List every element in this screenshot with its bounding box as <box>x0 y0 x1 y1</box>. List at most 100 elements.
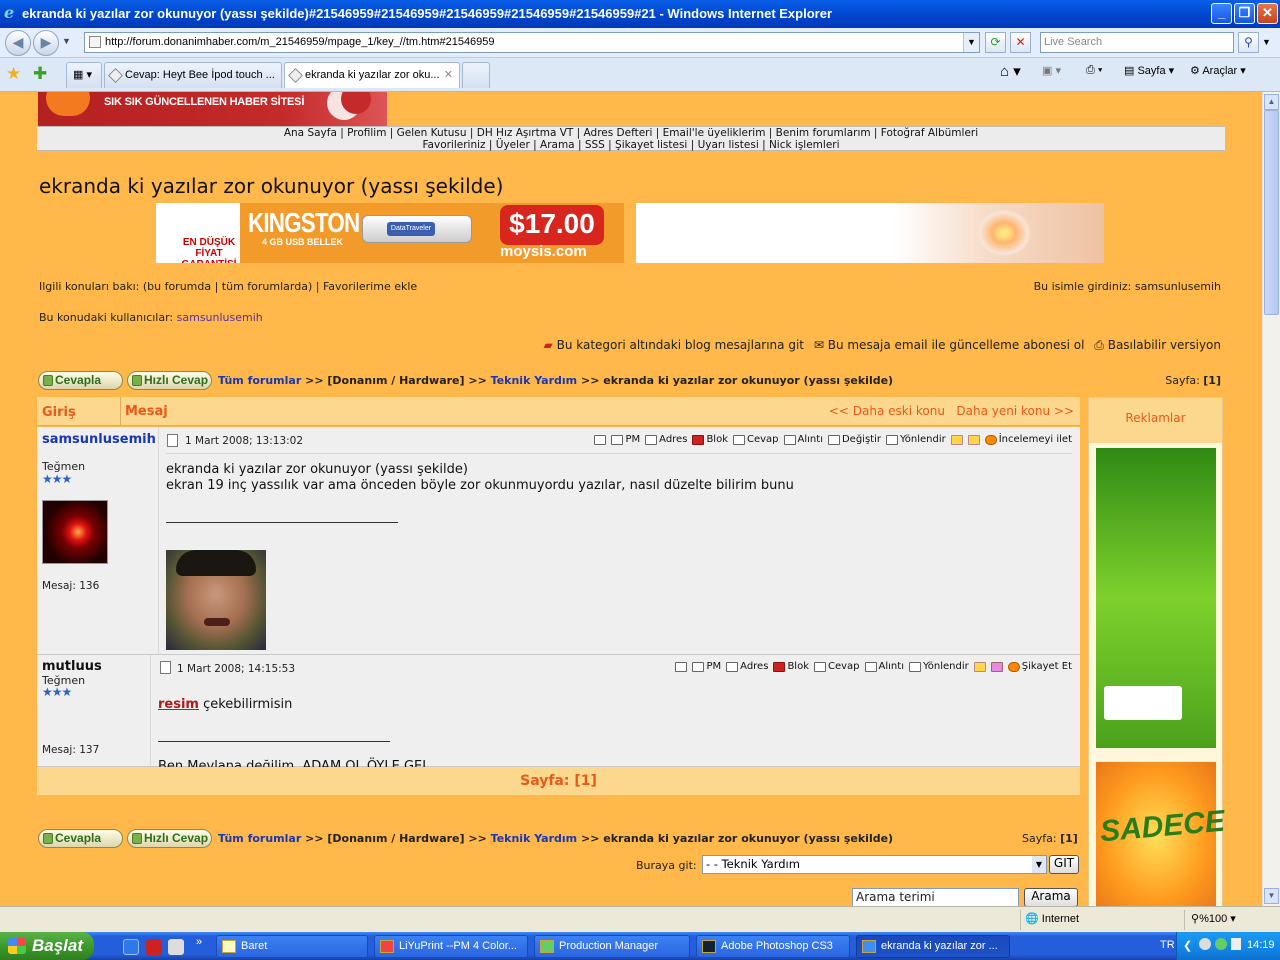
tab-cevap[interactable]: Cevap: Heyt Bee İpod touch ... <box>104 62 282 88</box>
scroll-down-icon[interactable]: ▼ <box>1264 888 1279 904</box>
tab-ekranda[interactable]: ekranda ki yazılar zor oku... ✕ <box>284 62 460 88</box>
site-banner[interactable]: SIK SIK GÜNCELLENEN HABER SİTESİ <box>38 92 387 126</box>
page-menu[interactable]: ▤ Sayfa ▾ <box>1124 64 1174 77</box>
reply-button[interactable]: Cevapla <box>38 829 123 848</box>
flower-ad[interactable] <box>636 203 1104 263</box>
orange-ad[interactable]: SADECE <box>1096 762 1226 906</box>
feeds-icon[interactable]: ▣ ▾ <box>1042 64 1061 77</box>
block-tool[interactable]: Blok <box>773 661 809 672</box>
back-button[interactable]: ◀ <box>5 30 31 56</box>
crumb-subforum[interactable]: Teknik Yardım <box>491 374 577 387</box>
app-quicklaunch-icon[interactable] <box>168 939 184 955</box>
blog-link[interactable]: Bu kategori altındaki blog mesajlarına g… <box>557 338 804 352</box>
clock[interactable]: 14:19 <box>1247 939 1275 951</box>
tray-network-icon[interactable] <box>1215 938 1227 950</box>
forward-button[interactable]: ▶ <box>33 30 59 56</box>
language-indicator[interactable]: TR <box>1160 939 1175 951</box>
stop-button[interactable]: ✕ <box>1010 32 1031 53</box>
minimize-button[interactable]: _ <box>1211 3 1232 24</box>
note-tool[interactable] <box>950 434 963 445</box>
block-tool[interactable]: Blok <box>692 434 728 445</box>
reply-tool[interactable]: Cevap <box>733 434 779 445</box>
quick-tabs-button[interactable]: ▦ ▾ <box>66 62 102 88</box>
older-topic-link[interactable]: << Daha eski konu <box>829 404 945 418</box>
email-tool[interactable] <box>675 661 688 672</box>
post-username[interactable]: samsunlusemih <box>42 432 156 447</box>
home-icon[interactable]: ⌂ ▾ <box>1000 62 1021 80</box>
kingston-ad[interactable]: EN DÜŞÜK FİYAT GARANTİSİ KINGSTON 4 GB U… <box>156 203 624 263</box>
goto-select[interactable]: - - Teknik Yardım ▼ <box>702 855 1047 874</box>
zoom-control[interactable]: ⚲%100 ▾ <box>1184 910 1264 930</box>
post-username[interactable]: mutluus <box>42 659 102 674</box>
reply-tool[interactable]: Cevap <box>814 661 860 672</box>
task-photoshop[interactable]: Adobe Photoshop CS3 <box>696 935 850 958</box>
crumb-subforum[interactable]: Teknik Yardım <box>491 832 577 845</box>
print-icon[interactable]: ⎙ ▾ <box>1086 64 1102 77</box>
address-tool[interactable]: Adres <box>726 661 768 672</box>
folder-tool[interactable] <box>990 661 1003 672</box>
email-tool[interactable] <box>594 434 607 445</box>
tray-volume-icon[interactable] <box>1231 938 1241 950</box>
quick-reply-button[interactable]: Hızlı Cevap <box>127 371 212 390</box>
crumb-all-forums[interactable]: Tüm forumlar <box>218 832 301 845</box>
scroll-thumb[interactable] <box>1264 110 1279 315</box>
task-production-manager[interactable]: Production Manager <box>534 935 690 958</box>
image-link[interactable]: resim <box>158 697 199 712</box>
forward-tool[interactable]: Yönlendir <box>885 434 946 445</box>
nav-line-1[interactable]: Ana Sayfa | Profilim | Gelen Kutusu | DH… <box>37 127 1225 139</box>
address-input[interactable]: http://forum.donanimhaber.com/m_21546959… <box>84 32 980 53</box>
tab-close-icon[interactable]: ✕ <box>444 63 453 87</box>
live-search-input[interactable]: Live Search <box>1040 32 1234 53</box>
new-tab-button[interactable] <box>462 62 490 88</box>
crumb-all-forums[interactable]: Tüm forumlar <box>218 374 301 387</box>
search-options-icon[interactable]: ▼ <box>1262 37 1271 47</box>
goto-button[interactable]: GIT <box>1049 855 1079 874</box>
scroll-up-icon[interactable]: ▲ <box>1264 94 1279 110</box>
pager[interactable]: Sayfa: [1] <box>37 767 1080 795</box>
search-icon[interactable]: ⚲ <box>1238 32 1259 53</box>
acrobat-quicklaunch-icon[interactable] <box>146 939 162 955</box>
pm-tool[interactable]: PM <box>692 661 721 672</box>
print-link[interactable]: Basılabilir versiyon <box>1108 338 1221 352</box>
window-title-bar[interactable]: e ekranda ki yazılar zor okunuyor (yassı… <box>0 0 1280 28</box>
edit-tool[interactable]: Değiştir <box>827 434 881 445</box>
crumb-category[interactable]: [Donanım / Hardware] <box>327 374 464 387</box>
note-tool[interactable] <box>973 661 986 672</box>
review-forward-tool[interactable]: İncelemeyi ilet <box>984 434 1072 445</box>
crumb-category[interactable]: [Donanım / Hardware] <box>327 832 464 845</box>
reply-button[interactable]: Cevapla <box>38 371 123 390</box>
report-tool[interactable]: Şikayet Et <box>1007 661 1072 672</box>
related-links[interactable]: (bu forumda | tüm forumlarda) | Favorile… <box>143 280 417 293</box>
pm-tool[interactable]: PM <box>611 434 640 445</box>
nav-line-2[interactable]: Favorileriniz | Üyeler | Arama | SSS | Ş… <box>37 139 1225 151</box>
zone-indicator[interactable]: 🌐 Internet <box>1020 910 1180 930</box>
folder-tool[interactable] <box>967 434 980 445</box>
task-ie-window[interactable]: ekranda ki yazılar zor ... <box>856 935 1010 958</box>
address-tool[interactable]: Adres <box>645 434 687 445</box>
page-value[interactable]: [1] <box>1203 374 1221 387</box>
quote-tool[interactable]: Alıntı <box>864 661 904 672</box>
ie-quicklaunch-icon[interactable] <box>123 939 139 955</box>
page-value[interactable]: [1] <box>1060 832 1078 845</box>
close-button[interactable]: ✕ <box>1257 3 1278 24</box>
start-button[interactable]: Başlat <box>0 932 94 960</box>
quote-tool[interactable]: Alıntı <box>783 434 823 445</box>
add-favorite-icon[interactable]: ✚ <box>33 64 47 84</box>
maximize-button[interactable]: ❐ <box>1234 3 1255 24</box>
tray-user-icon[interactable] <box>1199 938 1211 950</box>
forward-tool[interactable]: Yönlendir <box>908 661 969 672</box>
email-subscribe-link[interactable]: Bu mesaja email ile güncelleme abonesi o… <box>828 338 1085 352</box>
refresh-button[interactable]: ⟳ <box>985 32 1006 53</box>
quicklaunch-more-icon[interactable]: » <box>196 936 202 948</box>
newer-topic-link[interactable]: Daha yeni konu >> <box>956 404 1074 418</box>
quick-reply-button[interactable]: Hızlı Cevap <box>127 829 212 848</box>
history-dropdown-icon[interactable]: ▼ <box>62 36 71 46</box>
search-button[interactable]: Arama <box>1024 888 1078 906</box>
address-dropdown-icon[interactable]: ▼ <box>963 33 979 52</box>
task-liyuprint[interactable]: LiYuPrint --PM 4 Color... <box>374 935 528 958</box>
green-truck-ad[interactable] <box>1096 448 1216 748</box>
tools-menu[interactable]: ⚙ Araçlar ▾ <box>1190 64 1246 77</box>
users-value[interactable]: samsunlusemih <box>177 311 263 324</box>
vertical-scrollbar[interactable]: ▲ ▼ <box>1262 92 1280 906</box>
favorites-star-icon[interactable]: ★ <box>6 64 21 84</box>
